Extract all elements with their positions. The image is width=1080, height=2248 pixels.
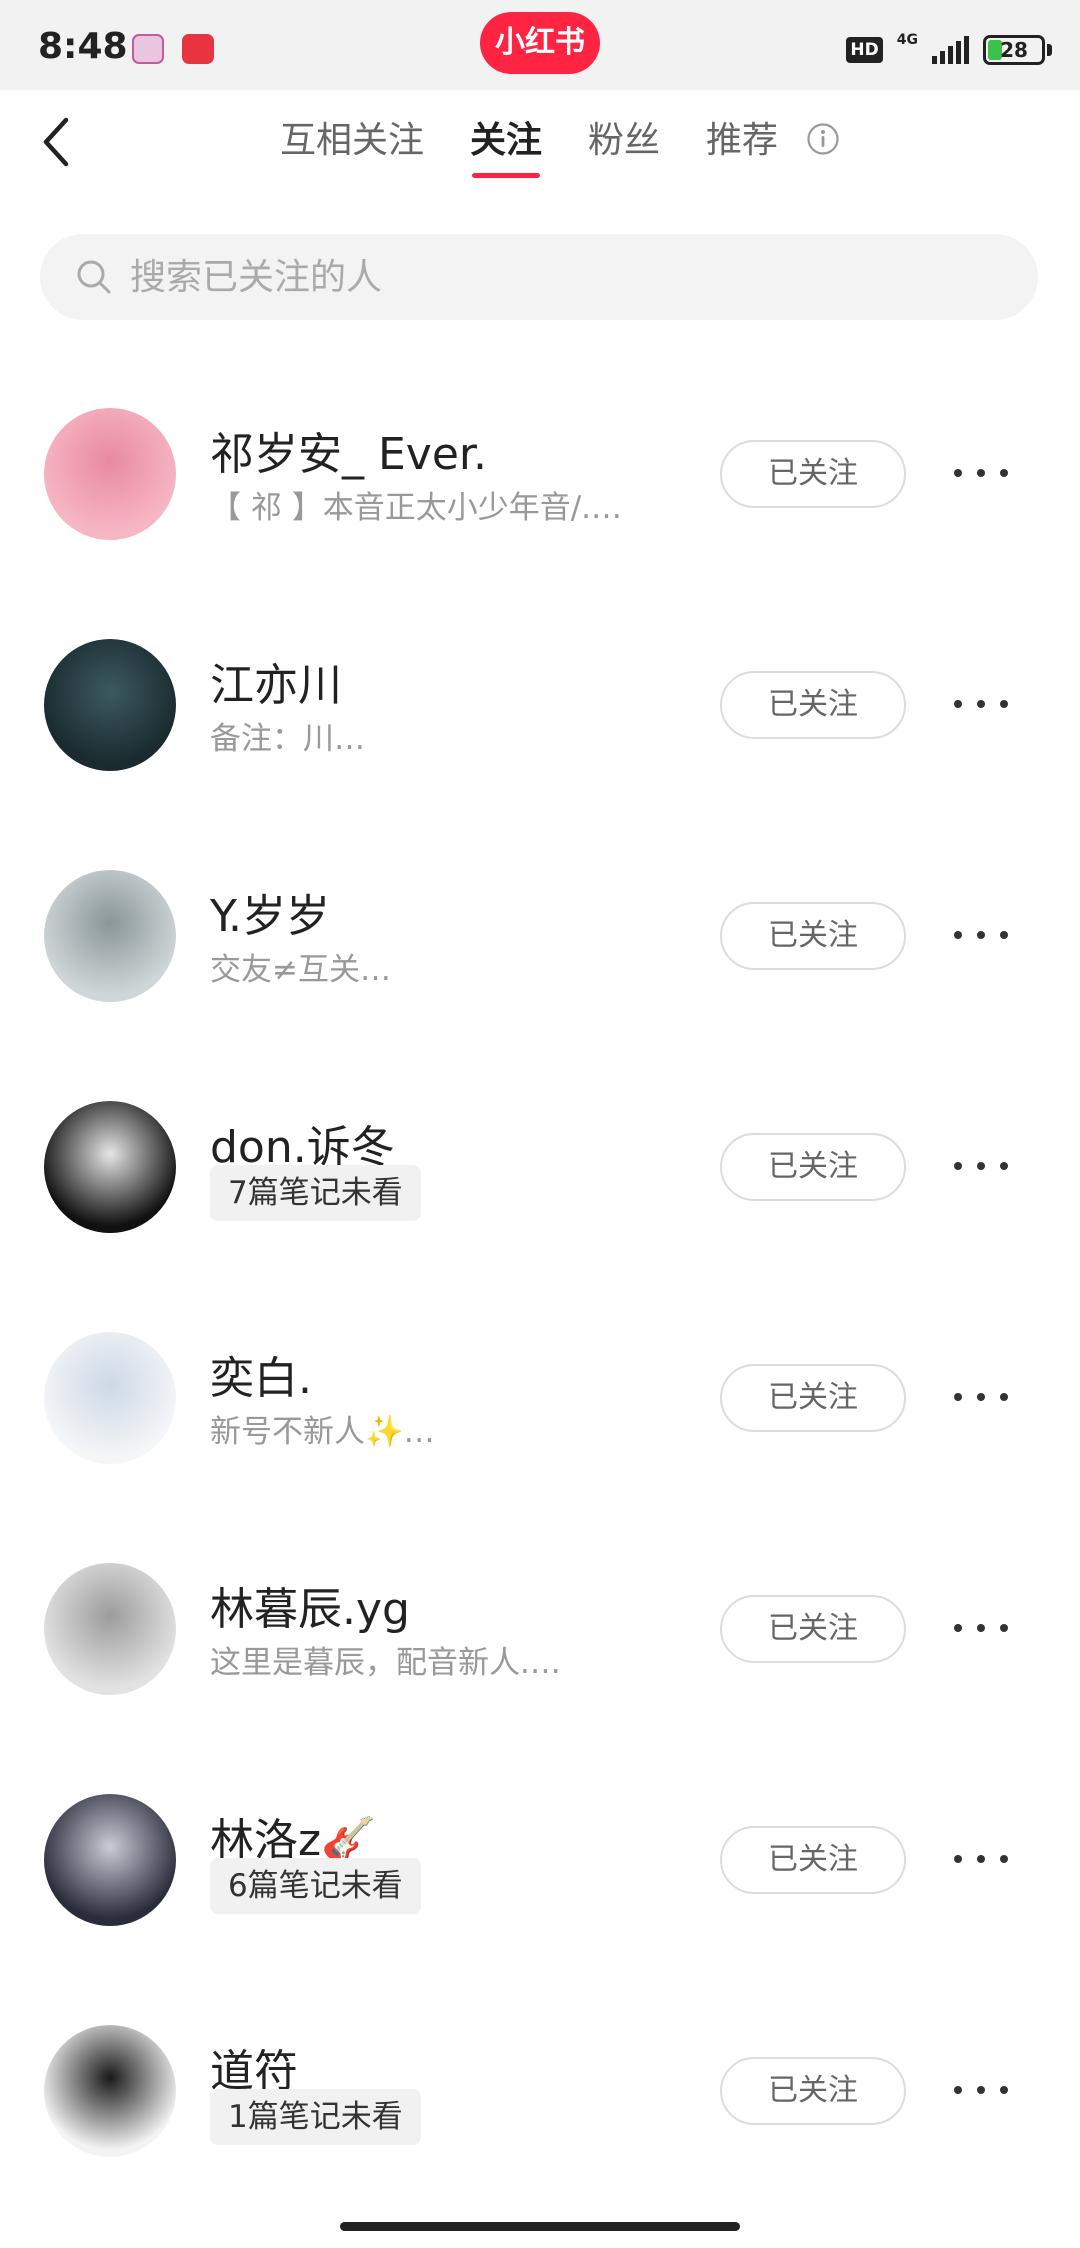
list-item[interactable]: Y.岁岁交友≠互关… 已关注 <box>0 844 1080 1075</box>
list-item[interactable]: 奕白. 新号不新人✨… 已关注 <box>0 1306 1080 1537</box>
more-options-icon[interactable] <box>950 1603 1012 1653</box>
avatar[interactable] <box>44 408 176 540</box>
user-bio: 交友≠互关… <box>210 952 391 988</box>
user-name: 江亦川 <box>210 660 342 711</box>
following-button[interactable]: 已关注 <box>720 1826 906 1894</box>
more-options-icon[interactable] <box>950 679 1012 729</box>
status-indicators: HD 4G 28 <box>846 30 1052 70</box>
info-icon[interactable] <box>806 122 840 156</box>
home-indicator[interactable] <box>340 2222 740 2231</box>
following-button[interactable]: 已关注 <box>720 440 906 508</box>
signal-icon <box>932 36 969 64</box>
avatar[interactable] <box>44 2025 176 2157</box>
more-options-icon[interactable] <box>950 2065 1012 2115</box>
search-bar <box>40 234 1038 320</box>
following-button[interactable]: 已关注 <box>720 2057 906 2125</box>
battery-level: 28 <box>1000 38 1028 62</box>
list-item[interactable]: 江亦川备注：川… 已关注 <box>0 613 1080 844</box>
following-button[interactable]: 已关注 <box>720 1595 906 1663</box>
network-type: 4G <box>896 32 918 48</box>
tab-bar: 互相关注 关注 粉丝 推荐 <box>280 116 840 178</box>
more-options-icon[interactable] <box>950 1834 1012 1884</box>
unread-notes-badge: 6篇笔记未看 <box>210 1858 421 1914</box>
user-name: 奕白. <box>210 1353 312 1404</box>
tab-recommend[interactable]: 推荐 <box>706 116 839 176</box>
brand-logo: 小红书 <box>480 12 600 74</box>
following-button[interactable]: 已关注 <box>720 1364 906 1432</box>
user-name: 祁岁安_ Ever. <box>210 429 487 480</box>
avatar[interactable] <box>44 639 176 771</box>
tab-recommend-label: 推荐 <box>706 120 779 161</box>
battery-icon: 28 <box>983 35 1045 65</box>
notification-app-icon <box>132 34 164 64</box>
unread-notes-badge: 7篇笔记未看 <box>210 1165 421 1221</box>
user-bio: 这里是暮辰，配音新人.… <box>210 1645 561 1681</box>
user-bio: 备注：川… <box>210 721 365 757</box>
back-arrow-icon <box>43 117 69 167</box>
list-item[interactable]: 道符 1篇笔记未看 已关注 <box>0 1999 1080 2230</box>
more-options-icon[interactable] <box>950 1372 1012 1422</box>
following-list: 祁岁安_ Ever. 【 祁 】本音正太小少年音/.… 已关注 江亦川 备注：川… 已关注… <box>0 382 1080 2230</box>
tab-followers[interactable]: 粉丝 <box>588 116 660 176</box>
unread-notes-badge: 1篇笔记未看 <box>210 2089 421 2145</box>
more-options-icon[interactable] <box>950 448 1012 498</box>
top-nav: 互相关注 关注 粉丝 推荐 <box>0 90 1080 200</box>
user-bio: 【 祁 】本音正太小少年音/.… <box>210 490 623 526</box>
avatar[interactable] <box>44 870 176 1002</box>
more-options-icon[interactable] <box>950 1141 1012 1191</box>
list-item[interactable]: 林暮辰.yg 这里是暮辰，配音新人.… 已关注 <box>0 1537 1080 1768</box>
following-button[interactable]: 已关注 <box>720 671 906 739</box>
list-item[interactable]: 林洛z🎸 6篇笔记未看 已关注 <box>0 1768 1080 1999</box>
notification-app-icon-2 <box>182 34 214 64</box>
list-item[interactable]: don.诉冬 7篇笔记未看 已关注 <box>0 1075 1080 1306</box>
avatar[interactable] <box>44 1563 176 1695</box>
search-input[interactable] <box>130 256 930 298</box>
tab-following[interactable]: 关注 <box>470 116 542 178</box>
user-name: Y.岁岁 <box>210 891 330 942</box>
search-icon <box>77 260 111 294</box>
list-item[interactable]: 祁岁安_ Ever. 【 祁 】本音正太小少年音/.… 已关注 <box>0 382 1080 613</box>
avatar[interactable] <box>44 1332 176 1464</box>
status-bar: 8:48 小红书 HD 4G 28 <box>0 0 1080 90</box>
more-options-icon[interactable] <box>950 910 1012 960</box>
following-button[interactable]: 已关注 <box>720 902 906 970</box>
back-button[interactable] <box>28 112 88 172</box>
status-time: 8:48 <box>38 26 128 67</box>
avatar[interactable] <box>44 1101 176 1233</box>
hd-icon: HD <box>846 37 883 63</box>
battery-cap <box>1047 44 1052 56</box>
user-name: 林暮辰.yg <box>210 1584 410 1635</box>
tab-mutual[interactable]: 互相关注 <box>280 116 424 176</box>
user-bio: 新号不新人✨… <box>210 1414 435 1450</box>
avatar[interactable] <box>44 1794 176 1926</box>
following-button[interactable]: 已关注 <box>720 1133 906 1201</box>
